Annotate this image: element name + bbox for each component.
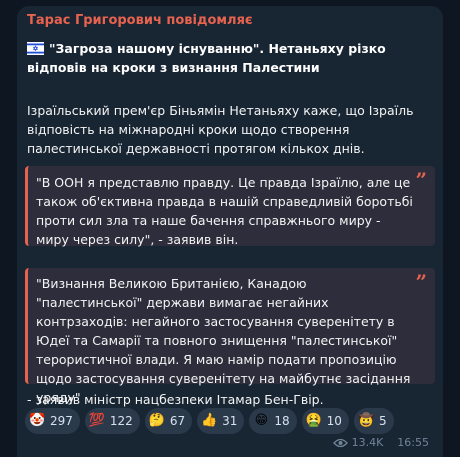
views-count: 13.4K (351, 436, 384, 449)
quote-icon: ” (415, 270, 427, 294)
reaction-count: 5 (378, 414, 387, 428)
reaction-cowboy[interactable]: 🤠 5 (353, 408, 394, 434)
grinning-face-icon: 😁 (254, 413, 269, 428)
thinking-face-icon: 🤔 (148, 413, 165, 428)
reaction-count: 122 (109, 414, 133, 428)
message-footer: - заявив міністр нацбезпеки Ітамар Бен-Г… (27, 392, 324, 407)
reaction-count: 18 (274, 414, 290, 428)
sender-name[interactable]: Тарас Григорович повідомляє (27, 13, 253, 28)
message-meta: 13.4K 16:55 (332, 436, 429, 449)
hundred-points-icon: 💯 (88, 413, 106, 428)
clown-face-icon: 🤡 (29, 413, 46, 428)
blockquote-netanyahu: "В ООН я представлю правду. Це правда Із… (25, 166, 435, 247)
message-bubble[interactable]: Тарас Григорович повідомляє "Загроза наш… (17, 6, 443, 457)
reaction-vomiting[interactable]: 🤮 10 (301, 408, 349, 434)
thumbs-up-icon: 👍 (201, 413, 218, 428)
eye-icon (332, 438, 348, 447)
message-time: 16:55 (397, 436, 429, 449)
headline-text: "Загроза нашому існуванню". Нетаньяху рі… (27, 41, 386, 75)
blockquote-ben-gvir: "Визнання Великою Британією, Канадою "па… (25, 268, 435, 405)
reaction-count: 10 (326, 414, 342, 428)
quote-text: "В ООН я представлю правду. Це правда Із… (36, 175, 413, 247)
reaction-count: 67 (169, 414, 186, 428)
cowboy-face-icon: 🤠 (357, 413, 375, 428)
message-headline: "Загроза нашому існуванню". Нетаньяху рі… (27, 39, 432, 77)
reaction-grinning[interactable]: 😁 18 (249, 408, 297, 434)
reactions-bar: 🤡 297 💯 122 🤔 67 👍 31 😁 18 🤮 10 🤠 5 (25, 408, 394, 434)
reaction-thinking[interactable]: 🤔 67 (144, 408, 193, 434)
israel-flag-icon (27, 42, 44, 55)
reaction-count: 297 (50, 414, 73, 428)
quote-text: "Визнання Великою Британією, Канадою "па… (36, 276, 411, 405)
reaction-thumbs-up[interactable]: 👍 31 (197, 408, 245, 434)
vomiting-face-icon: 🤮 (305, 413, 322, 428)
reaction-count: 31 (222, 414, 238, 428)
reaction-hundred[interactable]: 💯 122 (84, 408, 140, 434)
message-paragraph: Ізраїльський прем'єр Біньямін Нетаньяху … (27, 103, 414, 156)
quote-icon: ” (415, 168, 427, 192)
reaction-clown[interactable]: 🤡 297 (25, 408, 80, 434)
